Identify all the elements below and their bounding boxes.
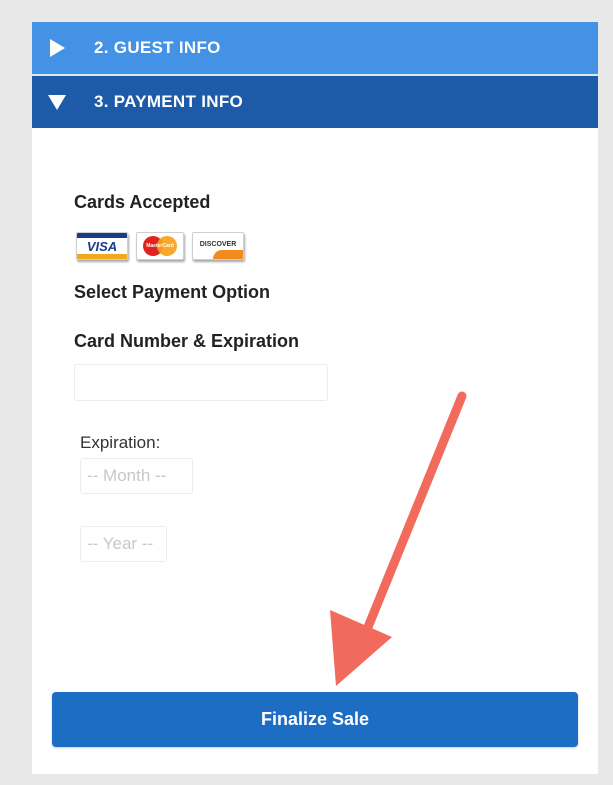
select-payment-option-heading: Select Payment Option [74,282,271,302]
discover-card-icon: DISCOVER [192,232,244,260]
cards-accepted-heading: Cards Accepted [74,192,211,212]
year-select-value: -- Year -- [87,534,154,553]
expiration-month-select[interactable]: -- Month -- [80,458,193,494]
accordion-payment-label: 3. PAYMENT INFO [94,92,244,111]
accordion-guest-label: 2. GUEST INFO [94,38,221,57]
mastercard-icon: MasterCard [136,232,184,260]
card-number-heading: Card Number & Expiration [74,331,300,351]
month-select-value: -- Month -- [87,466,167,485]
accordion-payment-info[interactable]: 3. PAYMENT INFO [32,76,598,128]
expiration-year-select[interactable]: -- Year -- [80,526,167,562]
collapse-triangle-icon [46,76,68,128]
finalize-sale-button[interactable]: Finalize Sale [52,692,578,747]
checkout-panel: 2. GUEST INFO 3. PAYMENT INFO Cards Acce… [32,22,598,774]
accordion-guest-info[interactable]: 2. GUEST INFO [32,22,598,74]
expand-triangle-icon [46,22,68,74]
visa-card-icon: VISA [76,232,128,260]
card-number-input[interactable] [74,364,328,401]
expiration-label: Expiration: [80,433,161,452]
